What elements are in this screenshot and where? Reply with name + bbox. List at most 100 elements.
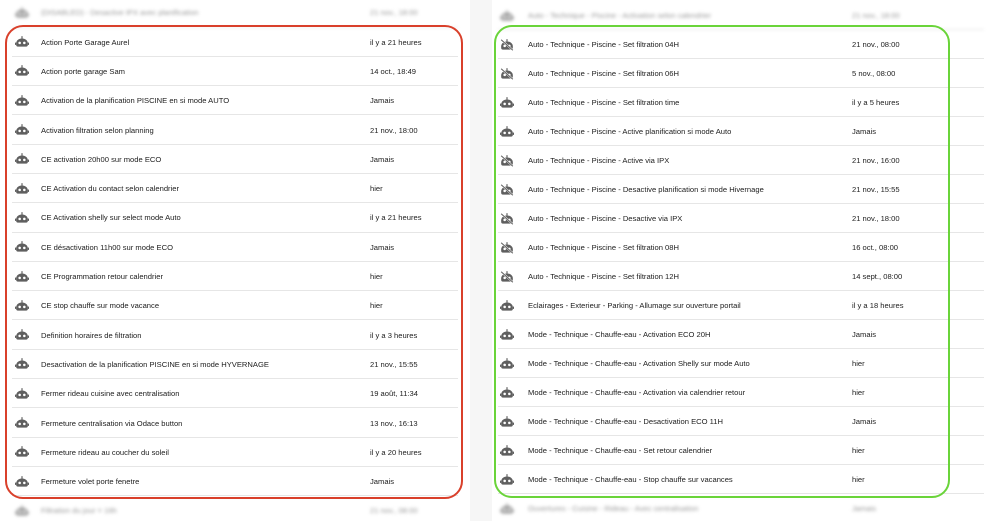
automation-name: Mode - Technique - Chauffe-eau - Activat…	[528, 330, 711, 339]
robot-icon	[500, 502, 514, 515]
list-item[interactable]: Mode - Technique - Chauffe-eau - Stop ch…	[492, 465, 990, 494]
list-item[interactable]: Definition horaires de filtration il y a …	[0, 321, 470, 350]
last-triggered: hier	[370, 272, 383, 282]
automation-name: Action Porte Garage Aurel	[41, 37, 130, 47]
robot-icon	[15, 299, 29, 312]
robot-icon	[15, 7, 29, 19]
automation-name: Fermeture rideau au coucher du soleil	[41, 447, 169, 457]
automation-name: Auto - Technique - Piscine - Set filtrat…	[528, 69, 679, 78]
automation-name: CE Programmation retour calendrier	[41, 272, 163, 282]
last-triggered: 21 nov., 18:00	[852, 214, 900, 223]
list-item[interactable]: Eclairages - Exterieur - Parking - Allum…	[492, 291, 990, 320]
last-triggered: hier	[852, 475, 865, 484]
last-triggered: hier	[370, 301, 383, 311]
list-item[interactable]: Mode - Technique - Chauffe-eau - Activat…	[492, 349, 990, 378]
robot-icon	[500, 328, 514, 341]
robot-icon	[500, 473, 514, 486]
automation-name: Mode - Technique - Chauffe-eau - Activat…	[528, 388, 746, 397]
list-item[interactable]: Activation filtration selon planning 21 n…	[0, 115, 470, 145]
list-item[interactable]: Mode - Technique - Chauffe-eau - Activat…	[492, 320, 990, 349]
last-triggered: hier	[852, 446, 865, 455]
last-triggered: Jamais	[370, 154, 395, 164]
list-item[interactable]: CE désactivation 11h00 sur mode ECO Jamai…	[0, 233, 470, 262]
automation-name: Auto - Technique - Piscine - Activation …	[528, 11, 712, 20]
last-triggered: Jamais	[370, 477, 395, 487]
robot-icon	[15, 65, 29, 77]
last-triggered: 21 nov., 15:55	[852, 185, 900, 194]
robot-icon	[15, 387, 29, 400]
list-item[interactable]: Auto - Technique - Piscine - Active plan…	[492, 117, 990, 146]
automation-name: Ouvertures - Cuisine - Rideau - Avec cen…	[528, 504, 699, 513]
list-item-blurred: Filtration du jour = 16h 21 nov., 08:00	[0, 496, 470, 521]
list-item[interactable]: Mode - Technique - Chauffe-eau - Set ret…	[492, 436, 990, 465]
list-item[interactable]: Auto - Technique - Piscine - Set filtrat…	[492, 59, 990, 88]
last-triggered: Jamais	[852, 127, 877, 136]
last-triggered: 21 nov., 15:55	[370, 359, 418, 369]
robot-icon	[15, 329, 29, 341]
list-item[interactable]: Auto - Technique - Piscine - Set filtrat…	[492, 30, 990, 59]
automation-name: Mode - Technique - Chauffe-eau - Stop ch…	[528, 475, 733, 484]
automation-name: Mode - Technique - Chauffe-eau - Activat…	[528, 359, 750, 368]
last-triggered: Jamais	[852, 504, 877, 513]
automation-name: Auto - Technique - Piscine - Set filtrat…	[528, 272, 679, 281]
last-triggered: 5 nov., 08:00	[852, 69, 896, 78]
list-item[interactable]: Auto - Technique - Piscine - Set filtrat…	[492, 262, 990, 291]
robot-icon	[15, 153, 29, 165]
list-item[interactable]: CE Programmation retour calendrier hier	[0, 262, 470, 292]
last-triggered: il y a 21 heures	[370, 213, 422, 223]
automation-name: Activation filtration selon planning	[41, 125, 154, 135]
automation-name: Activation de la planification PISCINE e…	[41, 96, 230, 106]
automation-name: Auto - Technique - Piscine - Active via …	[528, 156, 670, 165]
list-item[interactable]: Auto - Technique - Piscine - Desactive v…	[492, 204, 990, 233]
automation-name: Mode - Technique - Chauffe-eau - Set ret…	[528, 446, 713, 455]
robot-icon	[500, 357, 514, 370]
list-item[interactable]: Auto - Technique - Piscine - Set filtrat…	[492, 88, 990, 117]
list-item[interactable]: CE activation 20h00 sur mode ECO Jamais	[0, 145, 470, 174]
robot-icon	[15, 94, 29, 107]
automation-name: Fermeture centralisation via Odace butto…	[41, 418, 183, 428]
robot-off-icon	[500, 212, 514, 225]
last-triggered: hier	[852, 388, 865, 397]
list-item[interactable]: Fermer rideau cuisine avec centralisatio…	[0, 379, 470, 409]
list-item[interactable]: Fermeture rideau au coucher du soleil il …	[0, 438, 470, 467]
list-item[interactable]: Desactivation de la planification PISCIN…	[0, 350, 470, 380]
list-item[interactable]: Mode - Technique - Chauffe-eau - Activat…	[492, 378, 990, 407]
automation-name: Definition horaires de filtration	[41, 330, 142, 340]
automation-name: Fermer rideau cuisine avec centralisatio…	[41, 389, 180, 399]
list-item[interactable]: Auto - Technique - Piscine - Desactive p…	[492, 175, 990, 204]
last-triggered: Jamais	[370, 96, 395, 106]
list-item[interactable]: Auto - Technique - Piscine - Active via …	[492, 146, 990, 175]
list-item[interactable]: Auto - Technique - Piscine - Set filtrat…	[492, 233, 990, 262]
list-item[interactable]: Action Porte Garage Aurel il y a 21 heure…	[0, 28, 470, 57]
automation-name: Eclairages - Exterieur - Parking - Allum…	[528, 301, 741, 310]
automation-name: CE Activation shelly sur select mode Aut…	[41, 213, 181, 223]
list-item[interactable]: Fermeture volet porte fenetre Jamais	[0, 467, 470, 497]
last-triggered: Jamais	[370, 242, 395, 252]
last-triggered: 19 août, 11:34	[370, 389, 418, 399]
automation-list-left: (DISABLED) - Desactive IPX avec planific…	[0, 0, 470, 521]
list-item[interactable]: Mode - Technique - Chauffe-eau - Desacti…	[492, 407, 990, 436]
last-triggered: il y a 20 heures	[370, 447, 422, 457]
list-item[interactable]: Activation de la planification PISCINE e…	[0, 86, 470, 116]
list-item[interactable]: Fermeture centralisation via Odace butto…	[0, 408, 470, 438]
last-triggered: 21 nov., 18:00	[852, 11, 900, 20]
robot-icon	[500, 444, 514, 457]
list-item[interactable]: CE stop chauffe sur mode vacance hier	[0, 291, 470, 321]
robot-icon	[15, 36, 29, 48]
automation-name: CE activation 20h00 sur mode ECO	[41, 154, 162, 164]
automation-name: Auto - Technique - Piscine - Desactive p…	[528, 185, 764, 194]
robot-icon	[15, 505, 29, 517]
automation-name: (DISABLED) - Desactive IPX avec planific…	[41, 8, 199, 18]
automation-name: Auto - Technique - Piscine - Desactive v…	[528, 214, 683, 223]
list-item[interactable]: CE Activation du contact selon calendrie…	[0, 174, 470, 204]
automation-list-right: Auto - Technique - Piscine - Activation …	[492, 0, 990, 521]
automation-name: CE Activation du contact selon calendrie…	[41, 184, 180, 194]
automation-name: Mode - Technique - Chauffe-eau - Desacti…	[528, 417, 724, 426]
last-triggered: 21 nov., 18:00	[370, 8, 418, 18]
last-triggered: 21 nov., 08:00	[852, 40, 900, 49]
robot-icon	[15, 241, 29, 253]
list-item[interactable]: CE Activation shelly sur select mode Aut…	[0, 203, 470, 233]
automation-name: Filtration du jour = 16h	[41, 506, 117, 516]
list-item[interactable]: Action porte garage Sam 14 oct., 18:49	[0, 57, 470, 87]
robot-icon	[500, 386, 514, 399]
